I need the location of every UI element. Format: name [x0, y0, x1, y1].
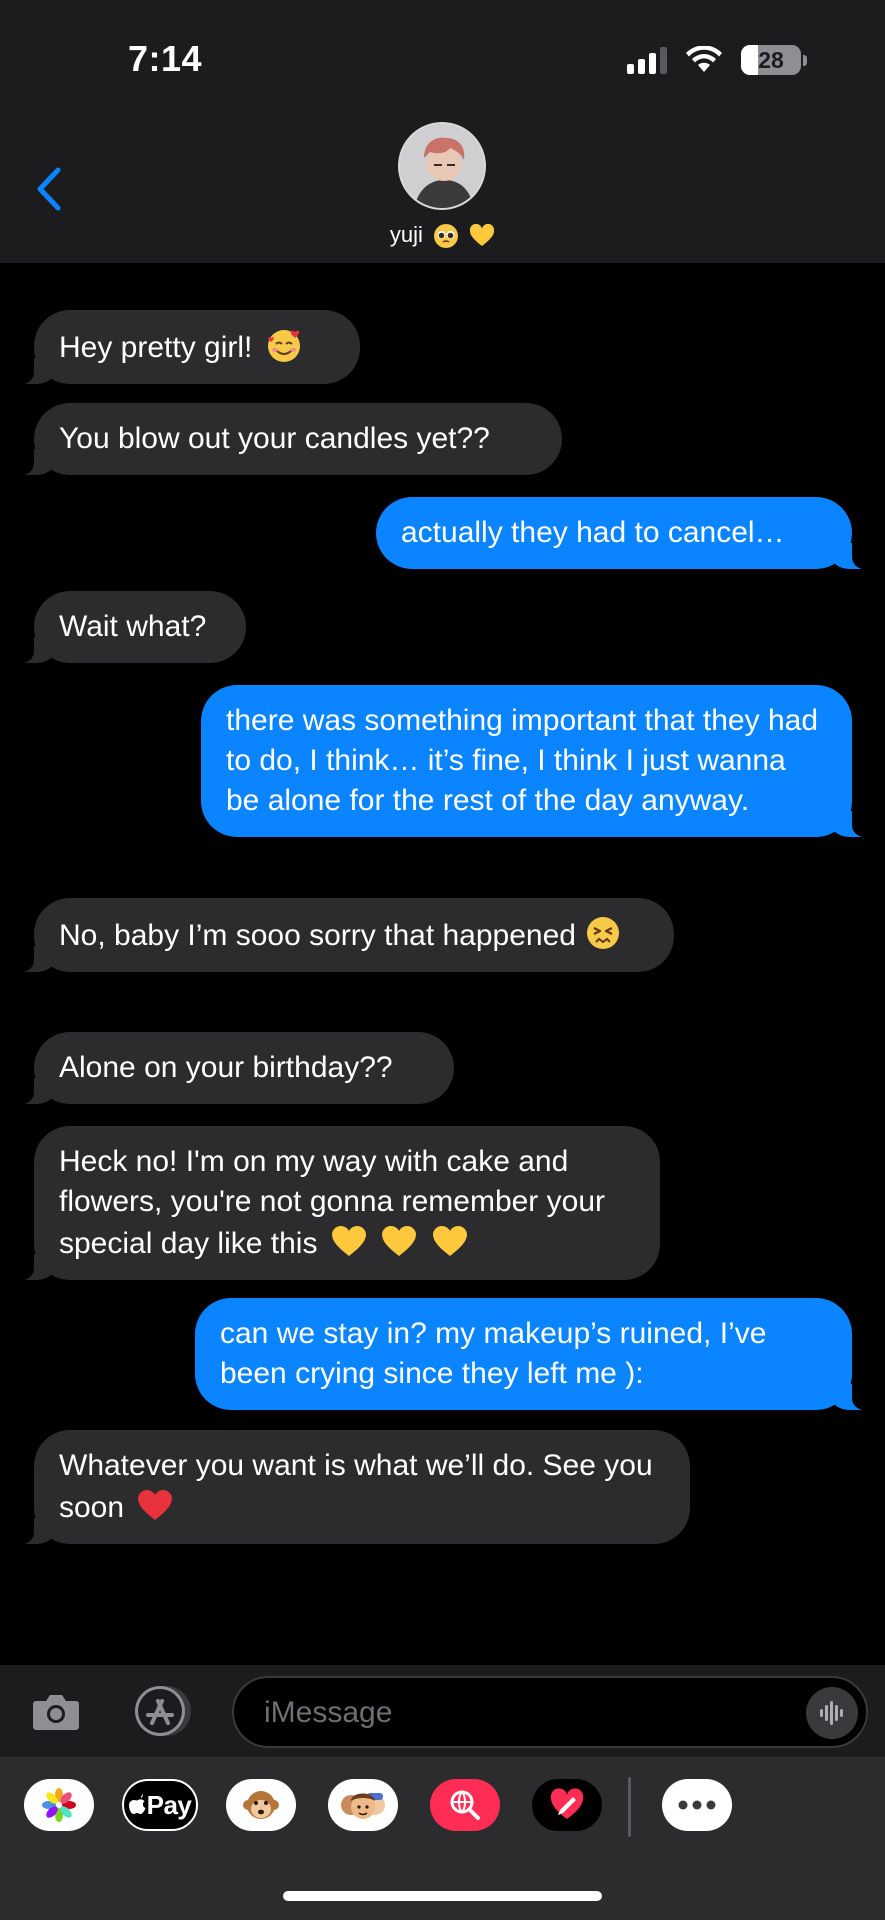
more-apps-button[interactable]	[662, 1779, 732, 1831]
message-bubble-incoming[interactable]: Wait what?	[12, 591, 246, 663]
contact-name-text: yuji	[389, 222, 423, 247]
status-icons: 28	[627, 42, 807, 78]
globe-search-icon	[450, 1790, 480, 1820]
message-text: You blow out your candles yet??	[59, 422, 490, 455]
imessage-conversation: 7:14 28 yuji Hey pretty girl! You blow o…	[0, 0, 885, 1920]
message-bubble-incoming[interactable]: You blow out your candles yet??	[12, 403, 562, 475]
yellow-heart-icon	[382, 1226, 417, 1256]
app-store-icon[interactable]	[130, 1683, 196, 1739]
photos-icon	[42, 1788, 76, 1822]
digital-touch-heart-icon	[550, 1788, 584, 1819]
message-text: Alone on your birthday??	[59, 1051, 393, 1084]
message-bubble-incoming[interactable]: Alone on your birthday??	[12, 1032, 454, 1104]
avatar-image	[400, 124, 484, 208]
imessage-input[interactable]	[264, 1688, 784, 1738]
message-bubble-outgoing[interactable]: actually they had to cancel…	[376, 497, 874, 569]
persevering-face-icon	[587, 917, 620, 949]
battery-nub	[803, 54, 807, 66]
drawer-divider	[628, 1777, 631, 1837]
contact-name[interactable]: yuji	[0, 222, 885, 249]
yellow-heart-icon	[470, 224, 495, 247]
message-text: can we stay in? my makeup’s ruined, I’ve…	[220, 1317, 767, 1390]
memoji-icon	[341, 1793, 385, 1819]
message-text: No, baby I’m sooo sorry that happened	[59, 919, 576, 952]
conversation-header: 7:14 28 yuji	[0, 0, 885, 263]
message-list: Hey pretty girl! You blow out your candl…	[0, 263, 885, 1663]
camera-icon[interactable]	[30, 1685, 82, 1737]
monkey-icon	[243, 1791, 279, 1819]
smiling-face-with-hearts-icon	[267, 330, 300, 362]
message-bubble-outgoing[interactable]: can we stay in? my makeup’s ruined, I’ve…	[195, 1298, 874, 1410]
chevron-left-icon[interactable]	[34, 166, 64, 212]
compose-bar	[0, 1665, 885, 1757]
yellow-heart-icon	[432, 1226, 467, 1256]
message-bubble-incoming[interactable]: No, baby I’m sooo sorry that happened	[12, 898, 674, 972]
message-text: Hey pretty girl!	[59, 331, 253, 364]
message-bubble-incoming[interactable]: Whatever you want is what we’ll do. See …	[12, 1430, 690, 1544]
ellipsis-icon	[678, 1800, 716, 1810]
waveform-icon	[820, 1701, 843, 1725]
red-heart-icon	[138, 1490, 173, 1520]
home-indicator[interactable]	[283, 1891, 602, 1901]
message-input-field[interactable]	[232, 1676, 868, 1748]
digital-touch-app-button[interactable]	[532, 1779, 602, 1831]
contact-avatar[interactable]	[398, 122, 486, 210]
apple-pay-button[interactable]: Pay	[122, 1779, 198, 1831]
animoji-app-button[interactable]	[226, 1779, 296, 1831]
pleading-face-icon	[434, 224, 458, 249]
memoji-app-button[interactable]	[328, 1779, 398, 1831]
message-bubble-incoming[interactable]: Hey pretty girl!	[12, 310, 360, 384]
apple-pay-label: Pay	[146, 1789, 192, 1820]
message-text: actually they had to cancel…	[401, 516, 785, 549]
message-bubble-incoming[interactable]: Heck no! I'm on my way with cake and flo…	[12, 1126, 660, 1280]
battery-icon: 28	[741, 45, 801, 75]
battery-percent: 28	[758, 46, 784, 73]
status-time: 7:14	[128, 38, 203, 79]
message-bubble-outgoing[interactable]: there was something important that they …	[201, 685, 874, 837]
message-text: Wait what?	[59, 610, 207, 643]
imessage-app-drawer: Pay	[0, 1757, 885, 1920]
photos-app-button[interactable]	[24, 1779, 94, 1831]
yellow-heart-icon	[331, 1226, 366, 1256]
audio-message-icon[interactable]	[806, 1687, 858, 1739]
cellular-signal-icon	[627, 46, 667, 74]
apple-logo-icon	[128, 1794, 146, 1814]
message-text: there was something important that they …	[226, 704, 819, 817]
image-search-app-button[interactable]	[430, 1779, 500, 1831]
wifi-icon	[686, 46, 722, 72]
